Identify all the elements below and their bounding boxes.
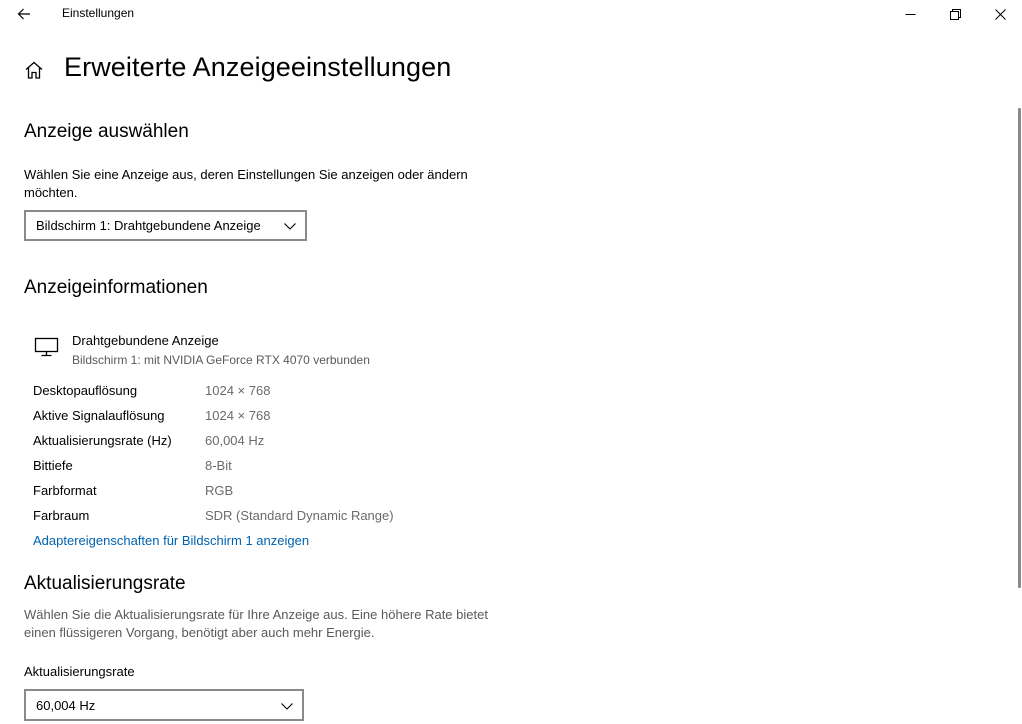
info-row-color-space: Farbraum SDR (Standard Dynamic Range) — [33, 508, 453, 528]
display-select-value: Bildschirm 1: Drahtgebundene Anzeige — [36, 218, 261, 233]
scrollbar[interactable] — [1018, 108, 1021, 588]
app-title: Einstellungen — [62, 6, 135, 20]
info-row-bit-depth: Bittiefe 8-Bit — [33, 458, 453, 478]
refresh-rate-heading: Aktualisierungsrate — [24, 573, 186, 594]
close-button[interactable] — [977, 0, 1022, 28]
home-icon — [25, 61, 43, 79]
refresh-rate-dropdown[interactable]: 60,004 Hz — [24, 689, 304, 721]
title-bar: Einstellungen — [0, 0, 1022, 28]
info-value: RGB — [205, 483, 234, 498]
back-button[interactable] — [8, 0, 40, 28]
display-name: Drahtgebundene Anzeige — [72, 333, 219, 348]
home-button[interactable] — [22, 58, 46, 82]
info-value: 60,004 Hz — [205, 433, 265, 448]
chevron-down-icon — [284, 223, 296, 230]
info-label: Farbformat — [33, 483, 97, 498]
info-value: 1024 × 768 — [205, 408, 271, 423]
close-icon — [994, 8, 1006, 20]
select-display-heading: Anzeige auswählen — [24, 121, 189, 142]
info-row-refresh-rate: Aktualisierungsrate (Hz) 60,004 Hz — [33, 433, 453, 453]
info-value: SDR (Standard Dynamic Range) — [205, 508, 394, 523]
info-row-desktop-resolution: Desktopauflösung 1024 × 768 — [33, 383, 453, 403]
select-display-description: Wählen Sie eine Anzeige aus, deren Einst… — [24, 167, 468, 200]
info-row-active-signal-resolution: Aktive Signalauflösung 1024 × 768 — [33, 408, 453, 428]
minimize-button[interactable] — [887, 0, 933, 28]
chevron-down-icon — [281, 703, 293, 710]
minimize-icon — [905, 13, 915, 15]
display-select-dropdown[interactable]: Bildschirm 1: Drahtgebundene Anzeige — [24, 210, 307, 241]
refresh-rate-field-label: Aktualisierungsrate — [24, 664, 135, 679]
info-label: Farbraum — [33, 508, 90, 523]
restore-icon — [949, 8, 961, 20]
info-row-color-format: Farbformat RGB — [33, 483, 453, 503]
info-label: Bittiefe — [33, 458, 73, 473]
monitor-icon — [34, 337, 59, 357]
restore-button[interactable] — [932, 0, 978, 28]
refresh-rate-value: 60,004 Hz — [36, 698, 96, 713]
info-label: Aktive Signalauflösung — [33, 408, 165, 423]
info-label: Desktopauflösung — [33, 383, 138, 398]
info-value: 1024 × 768 — [205, 383, 271, 398]
info-label: Aktualisierungsrate (Hz) — [33, 433, 172, 448]
page-title: Erweiterte Anzeigeeinstellungen — [64, 52, 452, 82]
display-connection-info: Bildschirm 1: mit NVIDIA GeForce RTX 407… — [72, 353, 370, 367]
arrow-left-icon — [17, 8, 30, 20]
info-value: 8-Bit — [205, 458, 232, 473]
display-info-heading: Anzeigeinformationen — [24, 277, 208, 298]
adapter-properties-link[interactable]: Adaptereigenschaften für Bildschirm 1 an… — [33, 533, 309, 548]
refresh-rate-description: Wählen Sie die Aktualisierungsrate für I… — [24, 607, 488, 640]
